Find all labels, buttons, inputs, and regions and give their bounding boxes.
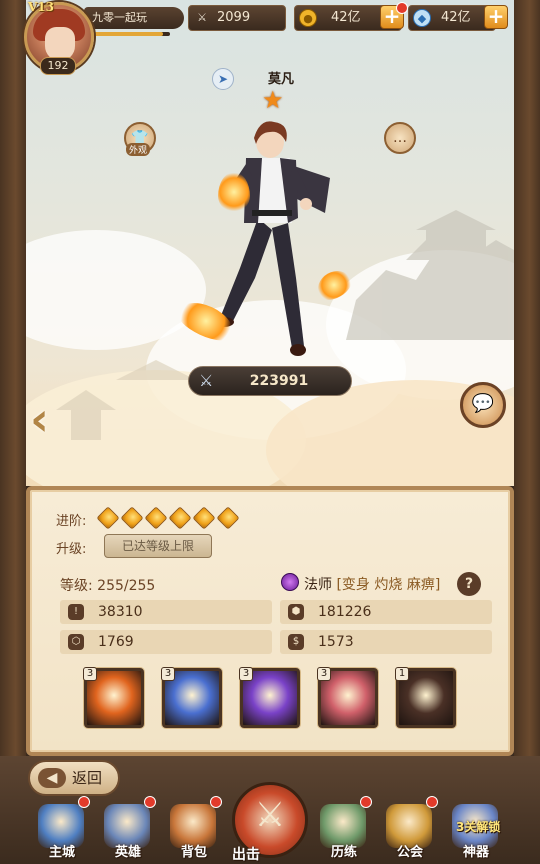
mage-class-icon xyxy=(281,573,299,591)
attack-icon: ! xyxy=(68,604,84,620)
nav-guild-label: 公会 xyxy=(396,845,423,860)
notification-dot xyxy=(144,796,156,808)
back-label: 返回 xyxy=(72,769,103,787)
nav-training[interactable]: 历练 xyxy=(312,796,376,864)
advance-label: 进阶: xyxy=(56,514,87,529)
nav-battle-label: 出击 xyxy=(232,847,260,863)
skill-level-badge: 3 xyxy=(83,667,97,681)
speech-bubble-icon: … xyxy=(393,130,407,146)
nav-heroes-label: 英雄 xyxy=(114,845,141,860)
compass-icon[interactable]: ➤ xyxy=(212,68,234,90)
exp-bar xyxy=(88,32,170,36)
nav-guild[interactable]: 公会 xyxy=(378,796,442,864)
back-button[interactable]: ◀ 返回 xyxy=(28,760,120,796)
class-tags: [变身 灼烧 麻痹] xyxy=(336,577,441,593)
player-level: 192 xyxy=(40,57,76,75)
notification-dot xyxy=(360,796,372,808)
skill-icon-3[interactable]: 3 xyxy=(239,667,300,728)
nav-main-city-label: 主城 xyxy=(48,845,75,860)
stat-attack: ! 38310 xyxy=(60,600,272,624)
class-name: 法师 xyxy=(304,577,332,593)
chat-bubble-icon: 💬 xyxy=(471,393,495,414)
stat-hp-value: 181226 xyxy=(318,604,372,620)
nav-training-label: 历练 xyxy=(330,845,357,860)
left-frame xyxy=(0,0,26,864)
skill-level-badge: 1 xyxy=(395,667,409,681)
hp-icon: ⬢ xyxy=(288,604,304,620)
hero-power-value: 223991 xyxy=(249,373,309,389)
hero-name: 莫凡 xyxy=(268,72,295,87)
notification-dot xyxy=(426,796,438,808)
artifact-lock-text: 3关解锁 xyxy=(456,820,501,834)
combat-power-value: 2099 xyxy=(217,10,251,25)
appearance-label: 外观 xyxy=(126,143,151,156)
defense-icon: ⬡ xyxy=(68,634,84,650)
notification-dot xyxy=(78,796,90,808)
crossed-swords-icon: ⚔ xyxy=(199,371,214,390)
upgrade-maxed-button[interactable]: 已达等级上限 xyxy=(104,534,212,558)
stat-defense: ⬡ 1769 xyxy=(60,630,272,654)
speed-icon: $ xyxy=(288,634,304,650)
hero-star-icon: ★ xyxy=(262,86,284,114)
nav-battle[interactable]: ⚔ 出击 xyxy=(232,782,308,864)
nav-main-city[interactable]: 主城 xyxy=(30,796,94,864)
stat-defense-value: 1769 xyxy=(98,634,134,650)
diamond-display: ◆ 42亿 xyxy=(408,5,496,31)
gold-coin-icon: ● xyxy=(299,9,317,27)
upgrade-label: 升级: xyxy=(56,542,87,557)
crossed-swords-icon: ⚔ xyxy=(197,11,207,24)
help-button[interactable]: ? xyxy=(457,572,481,596)
potion-icon: ◆ xyxy=(413,9,431,27)
vip-badge: V13 xyxy=(28,0,55,14)
hero-chat-button[interactable]: 💬 xyxy=(460,382,506,428)
back-arrow-icon: ◀ xyxy=(38,768,66,788)
exp-fill xyxy=(88,32,164,36)
skill-icon-5[interactable]: 1 xyxy=(395,667,456,728)
fire-effect xyxy=(218,172,250,212)
add-diamond-button[interactable]: + xyxy=(484,5,508,29)
previous-hero-arrow-icon[interactable]: ‹ xyxy=(30,396,49,442)
avatar-face xyxy=(45,27,75,61)
comment-button[interactable]: … xyxy=(384,122,416,154)
stat-speed-value: 1573 xyxy=(318,634,354,650)
stat-attack-value: 38310 xyxy=(98,604,143,620)
nav-heroes[interactable]: 英雄 xyxy=(96,796,160,864)
skill-level-badge: 3 xyxy=(239,667,253,681)
player-name: 九零一起玩 xyxy=(84,7,184,29)
notification-dot xyxy=(210,796,222,808)
skill-level-badge: 3 xyxy=(161,667,175,681)
hero-power-display: ⚔ 223991 xyxy=(188,366,352,396)
nav-artifact-label: 神器 xyxy=(462,845,489,860)
hero-level-label: 等级: 255/255 xyxy=(60,575,155,595)
skill-icon-2[interactable]: 3 xyxy=(161,667,222,728)
skill-icon-4[interactable]: 3 xyxy=(317,667,378,728)
combat-power-display: ⚔ 2099 xyxy=(188,5,286,31)
nav-bag[interactable]: 背包 xyxy=(162,796,226,864)
diamond-value: 42亿 xyxy=(441,10,471,25)
level-value: 255/255 xyxy=(97,578,156,594)
right-frame xyxy=(514,0,540,864)
hero-class-label: 法师 [变身 灼烧 麻痹] xyxy=(304,574,440,594)
gold-value: 42亿 xyxy=(331,10,361,25)
stat-speed: $ 1573 xyxy=(280,630,492,654)
skill-level-badge: 3 xyxy=(317,667,331,681)
gold-notification-dot xyxy=(396,2,408,14)
level-label: 等级: xyxy=(60,578,93,594)
skill-icon-1[interactable]: 3 xyxy=(83,667,144,728)
nav-bag-label: 背包 xyxy=(180,845,207,860)
stat-hp: ⬢ 181226 xyxy=(280,600,492,624)
